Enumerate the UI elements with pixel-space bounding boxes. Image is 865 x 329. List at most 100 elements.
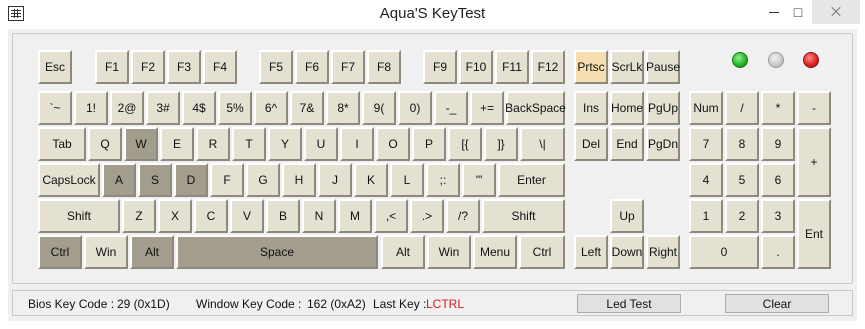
key-menu[interactable]: Menu: [473, 235, 517, 269]
key-o[interactable]: O: [376, 127, 410, 161]
key-arrow-left[interactable]: Left: [574, 235, 608, 269]
key-l[interactable]: L: [390, 163, 424, 197]
minimize-button[interactable]: [758, 0, 788, 24]
clear-button[interactable]: Clear: [725, 294, 829, 313]
key-minus[interactable]: -_: [434, 91, 468, 125]
key-capslock[interactable]: CapsLock: [38, 163, 100, 197]
key-kp-enter[interactable]: Ent: [797, 199, 831, 269]
key-pgup[interactable]: PgUp: [646, 91, 680, 125]
key-kp-multiply[interactable]: *: [761, 91, 795, 125]
key-lbracket[interactable]: [{: [448, 127, 482, 161]
key-enter[interactable]: Enter: [498, 163, 565, 197]
key-home[interactable]: Home: [610, 91, 644, 125]
key-p[interactable]: P: [412, 127, 446, 161]
key-s[interactable]: S: [138, 163, 172, 197]
key-numlock[interactable]: Num: [689, 91, 723, 125]
key-left-ctrl[interactable]: Ctrl: [38, 235, 82, 269]
key-kp9[interactable]: 9: [761, 127, 795, 161]
key-f8[interactable]: F8: [367, 50, 401, 84]
key-m[interactable]: M: [338, 199, 372, 233]
key-ins[interactable]: Ins: [574, 91, 608, 125]
key-7[interactable]: 7&: [290, 91, 324, 125]
key-n[interactable]: N: [302, 199, 336, 233]
key-right-win[interactable]: Win: [427, 235, 471, 269]
key-arrow-up[interactable]: Up: [610, 199, 644, 233]
key-c[interactable]: C: [194, 199, 228, 233]
key-left-alt[interactable]: Alt: [130, 235, 174, 269]
key-4[interactable]: 4$: [182, 91, 216, 125]
key-kp0[interactable]: 0: [689, 235, 759, 269]
key-i[interactable]: I: [340, 127, 374, 161]
key-scrlk[interactable]: ScrLk: [610, 50, 644, 84]
key-right-shift[interactable]: Shift: [482, 199, 565, 233]
key-f7[interactable]: F7: [331, 50, 365, 84]
key-f4[interactable]: F4: [203, 50, 237, 84]
key-t[interactable]: T: [232, 127, 266, 161]
key-arrow-down[interactable]: Down: [610, 235, 644, 269]
key-f12[interactable]: F12: [531, 50, 565, 84]
key-del[interactable]: Del: [574, 127, 608, 161]
key-f10[interactable]: F10: [459, 50, 493, 84]
key-prtsc[interactable]: Prtsc: [574, 50, 608, 84]
key-kp-plus[interactable]: +: [797, 127, 831, 197]
key-d[interactable]: D: [174, 163, 208, 197]
key-kp5[interactable]: 5: [725, 163, 759, 197]
key-right-ctrl[interactable]: Ctrl: [519, 235, 565, 269]
key-kp4[interactable]: 4: [689, 163, 723, 197]
key-kp-dot[interactable]: .: [761, 235, 795, 269]
key-3[interactable]: 3#: [146, 91, 180, 125]
key-backslash[interactable]: \|: [520, 127, 565, 161]
key-kp1[interactable]: 1: [689, 199, 723, 233]
key-pgdn[interactable]: PgDn: [646, 127, 680, 161]
key-z[interactable]: Z: [122, 199, 156, 233]
key-e[interactable]: E: [160, 127, 194, 161]
led-test-button[interactable]: Led Test: [577, 294, 681, 313]
key-left-shift[interactable]: Shift: [38, 199, 120, 233]
key-f2[interactable]: F2: [131, 50, 165, 84]
key-esc[interactable]: Esc: [38, 50, 72, 84]
key-a[interactable]: A: [102, 163, 136, 197]
key-equals[interactable]: +=: [470, 91, 504, 125]
maximize-button[interactable]: □: [788, 0, 808, 24]
key-f11[interactable]: F11: [495, 50, 529, 84]
key-y[interactable]: Y: [268, 127, 302, 161]
key-w[interactable]: W: [124, 127, 158, 161]
key-k[interactable]: K: [354, 163, 388, 197]
key-9[interactable]: 9(: [362, 91, 396, 125]
key-pause[interactable]: Pause: [646, 50, 680, 84]
key-period[interactable]: .>: [410, 199, 444, 233]
key-j[interactable]: J: [318, 163, 352, 197]
key-f5[interactable]: F5: [259, 50, 293, 84]
key-f9[interactable]: F9: [423, 50, 457, 84]
key-quote[interactable]: '": [462, 163, 496, 197]
key-6[interactable]: 6^: [254, 91, 288, 125]
key-q[interactable]: Q: [88, 127, 122, 161]
key-g[interactable]: G: [246, 163, 280, 197]
key-v[interactable]: V: [230, 199, 264, 233]
key-tab[interactable]: Tab: [38, 127, 86, 161]
close-button[interactable]: [812, 0, 860, 24]
key-f6[interactable]: F6: [295, 50, 329, 84]
key-f3[interactable]: F3: [167, 50, 201, 84]
key-kp7[interactable]: 7: [689, 127, 723, 161]
key-backspace[interactable]: BackSpace: [505, 91, 566, 125]
key-1[interactable]: 1!: [74, 91, 108, 125]
key-left-win[interactable]: Win: [84, 235, 128, 269]
key-comma[interactable]: ,<: [374, 199, 408, 233]
key-right-alt[interactable]: Alt: [381, 235, 425, 269]
key-kp-minus[interactable]: -: [797, 91, 831, 125]
key-8[interactable]: 8*: [326, 91, 360, 125]
key-0[interactable]: 0): [398, 91, 432, 125]
key-r[interactable]: R: [196, 127, 230, 161]
key-2[interactable]: 2@: [110, 91, 144, 125]
key-kp2[interactable]: 2: [725, 199, 759, 233]
key-kp8[interactable]: 8: [725, 127, 759, 161]
key-kp3[interactable]: 3: [761, 199, 795, 233]
key-x[interactable]: X: [158, 199, 192, 233]
key-h[interactable]: H: [282, 163, 316, 197]
key-slash[interactable]: /?: [446, 199, 480, 233]
key-space[interactable]: Space: [176, 235, 378, 269]
key-end[interactable]: End: [610, 127, 644, 161]
key-backtick[interactable]: `~: [38, 91, 72, 125]
key-f[interactable]: F: [210, 163, 244, 197]
